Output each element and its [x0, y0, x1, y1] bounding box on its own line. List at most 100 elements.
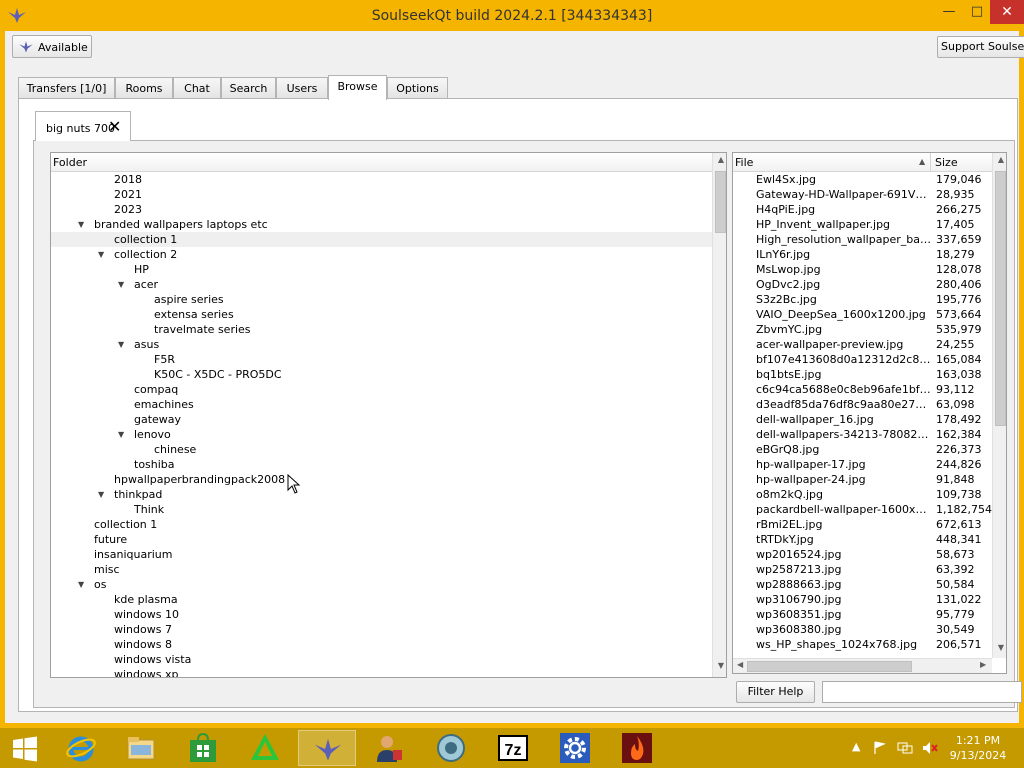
folder-item[interactable]: Think [51, 502, 712, 517]
tab-search[interactable]: Search [221, 77, 276, 99]
status-button[interactable]: Available [12, 35, 92, 58]
clock[interactable]: 1:21 PM 9/13/2024 [948, 733, 1008, 763]
scroll-up-arrow-icon[interactable]: ▲ [996, 155, 1006, 169]
close-tab-icon[interactable]: ✕ [108, 117, 121, 136]
file-row[interactable]: hp-wallpaper-17.jpg 244,826 [733, 457, 992, 472]
file-row[interactable]: H4qPiE.jpg 266,275 [733, 202, 992, 217]
folder-item[interactable]: insaniquarium [51, 547, 712, 562]
folder-item[interactable]: collection 1 [51, 232, 712, 247]
folder-item[interactable]: windows 10 [51, 607, 712, 622]
folder-item[interactable]: extensa series [51, 307, 712, 322]
file-horizontal-scrollbar[interactable]: ◀ ▶ [733, 658, 992, 673]
file-row[interactable]: d3eadf85da76df8c9aa80e279b5... 63,098 [733, 397, 992, 412]
file-row[interactable]: MsLwop.jpg 128,078 [733, 262, 992, 277]
folder-item[interactable]: 2023 [51, 202, 712, 217]
file-row[interactable]: ws_HP_shapes_1024x768.jpg 206,571 [733, 637, 992, 652]
folder-item[interactable]: windows 8 [51, 637, 712, 652]
scroll-left-arrow-icon[interactable]: ◀ [737, 660, 743, 669]
file-row[interactable]: ILnY6r.jpg 18,279 [733, 247, 992, 262]
folder-item[interactable]: windows vista [51, 652, 712, 667]
scroll-right-arrow-icon[interactable]: ▶ [980, 660, 986, 669]
taskbar-soulseek[interactable] [298, 730, 356, 766]
file-row[interactable]: c6c94ca5688e0c8eb96afe1bfc1... 93,112 [733, 382, 992, 397]
folder-item[interactable]: kde plasma [51, 592, 712, 607]
taskbar-globe-app[interactable] [422, 730, 480, 766]
folder-item[interactable]: K50C - X5DC - PRO5DC [51, 367, 712, 382]
file-row[interactable]: wp3106790.jpg 131,022 [733, 592, 992, 607]
tab-chat[interactable]: Chat [173, 77, 221, 99]
file-row[interactable]: bf107e413608d0a12312d2c85c4... 165,084 [733, 352, 992, 367]
file-row[interactable]: VAIO_DeepSea_1600x1200.jpg 573,664 [733, 307, 992, 322]
folder-item[interactable]: 2021 [51, 187, 712, 202]
file-row[interactable]: wp3608351.jpg 95,779 [733, 607, 992, 622]
folder-item[interactable]: HP [51, 262, 712, 277]
show-hidden-icons-icon[interactable]: ▲ [852, 740, 860, 753]
expand-arrow-icon[interactable]: ▼ [118, 337, 126, 352]
file-row[interactable]: bq1btsE.jpg 163,038 [733, 367, 992, 382]
file-row[interactable]: packardbell-wallpaper-1600x90... 1,182,75… [733, 502, 992, 517]
folder-item[interactable]: F5R [51, 352, 712, 367]
taskbar-store[interactable] [174, 730, 232, 766]
close-button[interactable]: ✕ [990, 0, 1024, 24]
folder-item[interactable]: 2018 [51, 172, 712, 187]
folder-item[interactable]: windows xp [51, 667, 712, 677]
scroll-thumb[interactable] [715, 171, 726, 233]
expand-arrow-icon[interactable]: ▼ [78, 217, 86, 232]
flag-icon[interactable] [873, 741, 887, 755]
file-row[interactable]: tRTDkY.jpg 448,341 [733, 532, 992, 547]
volume-muted-icon[interactable] [922, 741, 938, 755]
folder-item[interactable]: windows 7 [51, 622, 712, 637]
folder-item[interactable]: ▼ os [51, 577, 712, 592]
start-button[interactable] [0, 730, 50, 766]
folder-item[interactable]: collection 1 [51, 517, 712, 532]
tab-rooms[interactable]: Rooms [115, 77, 173, 99]
scroll-thumb[interactable] [747, 661, 912, 672]
file-row[interactable]: wp2587213.jpg 63,392 [733, 562, 992, 577]
file-vertical-scrollbar[interactable]: ▲ ▼ [992, 153, 1006, 658]
minimize-button[interactable]: — [935, 0, 963, 24]
file-row[interactable]: dell-wallpapers-34213-7808200... 162,384 [733, 427, 992, 442]
file-column-header[interactable]: File [735, 156, 753, 169]
file-row[interactable]: ZbvmYC.jpg 535,979 [733, 322, 992, 337]
folder-tree[interactable]: Folder 2018 2021 2023 ▼ branded wallpapers l… [50, 152, 727, 678]
expand-arrow-icon[interactable]: ▼ [78, 577, 86, 592]
folder-item[interactable]: gateway [51, 412, 712, 427]
taskbar-settings[interactable] [546, 730, 604, 766]
folder-item[interactable]: emachines [51, 397, 712, 412]
file-row[interactable]: HP_Invent_wallpaper.jpg 17,405 [733, 217, 992, 232]
folder-item[interactable]: ▼ lenovo [51, 427, 712, 442]
expand-arrow-icon[interactable]: ▼ [98, 487, 106, 502]
file-row[interactable]: wp2016524.jpg 58,673 [733, 547, 992, 562]
folder-item[interactable]: misc [51, 562, 712, 577]
expand-arrow-icon[interactable]: ▼ [118, 427, 126, 442]
folder-item[interactable]: ▼ acer [51, 277, 712, 292]
file-row[interactable]: S3z2Bc.jpg 195,776 [733, 292, 992, 307]
scroll-down-arrow-icon[interactable]: ▼ [716, 661, 726, 675]
file-row[interactable]: o8m2kQ.jpg 109,738 [733, 487, 992, 502]
file-row[interactable]: hp-wallpaper-24.jpg 91,848 [733, 472, 992, 487]
maximize-button[interactable]: □ [963, 0, 991, 24]
taskbar-file-explorer[interactable] [112, 730, 170, 766]
folder-item[interactable]: hpwallpaperbrandingpack2008 [51, 472, 712, 487]
size-column-header[interactable]: Size [935, 156, 958, 169]
file-row[interactable]: Ewl4Sx.jpg 179,046 [733, 172, 992, 187]
file-row[interactable]: rBmi2EL.jpg 672,613 [733, 517, 992, 532]
file-row[interactable]: High_resolution_wallpaper_bac... 337,659 [733, 232, 992, 247]
filter-help-button[interactable]: Filter Help [736, 681, 815, 703]
folder-item[interactable]: ▼ branded wallpapers laptops etc [51, 217, 712, 232]
scroll-up-arrow-icon[interactable]: ▲ [716, 155, 726, 169]
taskbar-user-manager[interactable] [360, 730, 418, 766]
taskbar-internet-explorer[interactable] [52, 730, 110, 766]
scroll-thumb[interactable] [995, 171, 1006, 426]
title-bar[interactable]: SoulseekQt build 2024.2.1 [344334343] — … [0, 0, 1024, 31]
taskbar-flame-app[interactable] [608, 730, 666, 766]
expand-arrow-icon[interactable]: ▼ [98, 247, 106, 262]
scroll-down-arrow-icon[interactable]: ▼ [996, 643, 1006, 657]
tab-options[interactable]: Options [387, 77, 448, 99]
file-row[interactable]: dell-wallpaper_16.jpg 178,492 [733, 412, 992, 427]
expand-arrow-icon[interactable]: ▼ [118, 277, 126, 292]
folder-item[interactable]: ▼ collection 2 [51, 247, 712, 262]
taskbar-green-triangle-app[interactable] [236, 730, 294, 766]
folder-item[interactable]: toshiba [51, 457, 712, 472]
file-row[interactable]: eBGrQ8.jpg 226,373 [733, 442, 992, 457]
